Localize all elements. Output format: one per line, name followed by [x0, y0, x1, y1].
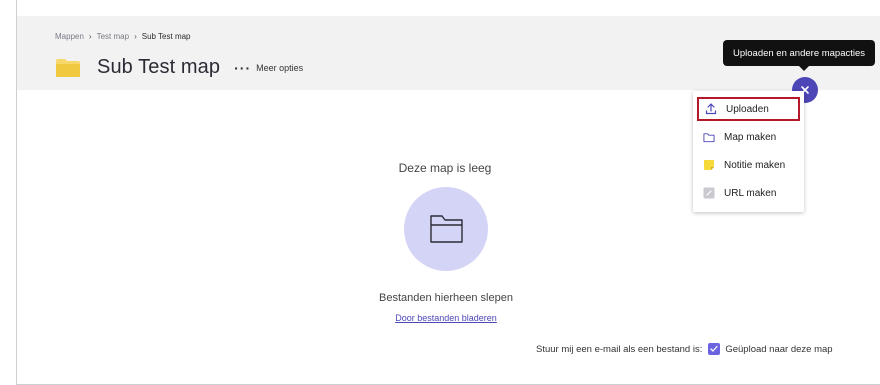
menu-item-label: Notitie maken	[724, 159, 786, 171]
more-dots-icon: ···	[234, 59, 252, 76]
folder-icon	[56, 58, 80, 77]
chevron-right-icon: ›	[134, 32, 137, 41]
menu-item-create-folder[interactable]: Map maken	[697, 125, 800, 149]
empty-folder-icon	[430, 215, 463, 243]
chevron-right-icon: ›	[88, 32, 92, 41]
menu-item-label: Uploaden	[726, 103, 769, 115]
breadcrumb-item-test-map[interactable]: Test map	[97, 32, 129, 41]
drop-files-text: Bestanden hierheen slepen	[379, 292, 513, 304]
breadcrumb: Mappen › Test map › Sub Test map	[55, 32, 191, 41]
more-options-label: Meer opties	[256, 62, 304, 73]
empty-state-title: Deze map is leeg	[398, 161, 492, 175]
page-title: Sub Test map	[97, 56, 221, 78]
email-notification-row: Stuur mij een e-mail als een bestand is:…	[536, 343, 833, 355]
folder-outline-icon	[703, 131, 715, 143]
folder-actions-menu: Uploaden Map maken Notitie maken URL mak…	[693, 91, 804, 212]
menu-item-create-url[interactable]: URL maken	[697, 181, 800, 205]
tooltip: Uploaden en andere mapacties	[723, 40, 876, 71]
menu-item-label: Map maken	[724, 131, 777, 143]
more-options-button[interactable]: ··· Meer opties	[234, 59, 304, 76]
link-icon	[703, 187, 715, 199]
empty-folder-illustration	[404, 187, 488, 271]
notify-prefix-label: Stuur mij een e-mail als een bestand is:	[536, 343, 703, 355]
breadcrumb-item-current: Sub Test map	[141, 32, 191, 41]
browse-files-link[interactable]: Door bestanden bladeren	[340, 313, 552, 323]
menu-item-label: URL maken	[724, 187, 777, 199]
note-icon	[703, 159, 715, 171]
title-row: Sub Test map ··· Meer opties	[55, 56, 303, 79]
checkmark-icon	[710, 345, 718, 352]
upload-icon	[705, 103, 717, 115]
menu-item-create-note[interactable]: Notitie maken	[697, 153, 800, 177]
uploaded-notify-checkbox[interactable]	[708, 343, 721, 355]
breadcrumb-item-mappen[interactable]: Mappen	[55, 32, 84, 41]
menu-item-upload[interactable]: Uploaden	[697, 97, 800, 121]
notify-option-label[interactable]: Geüpload naar deze map	[725, 344, 832, 355]
